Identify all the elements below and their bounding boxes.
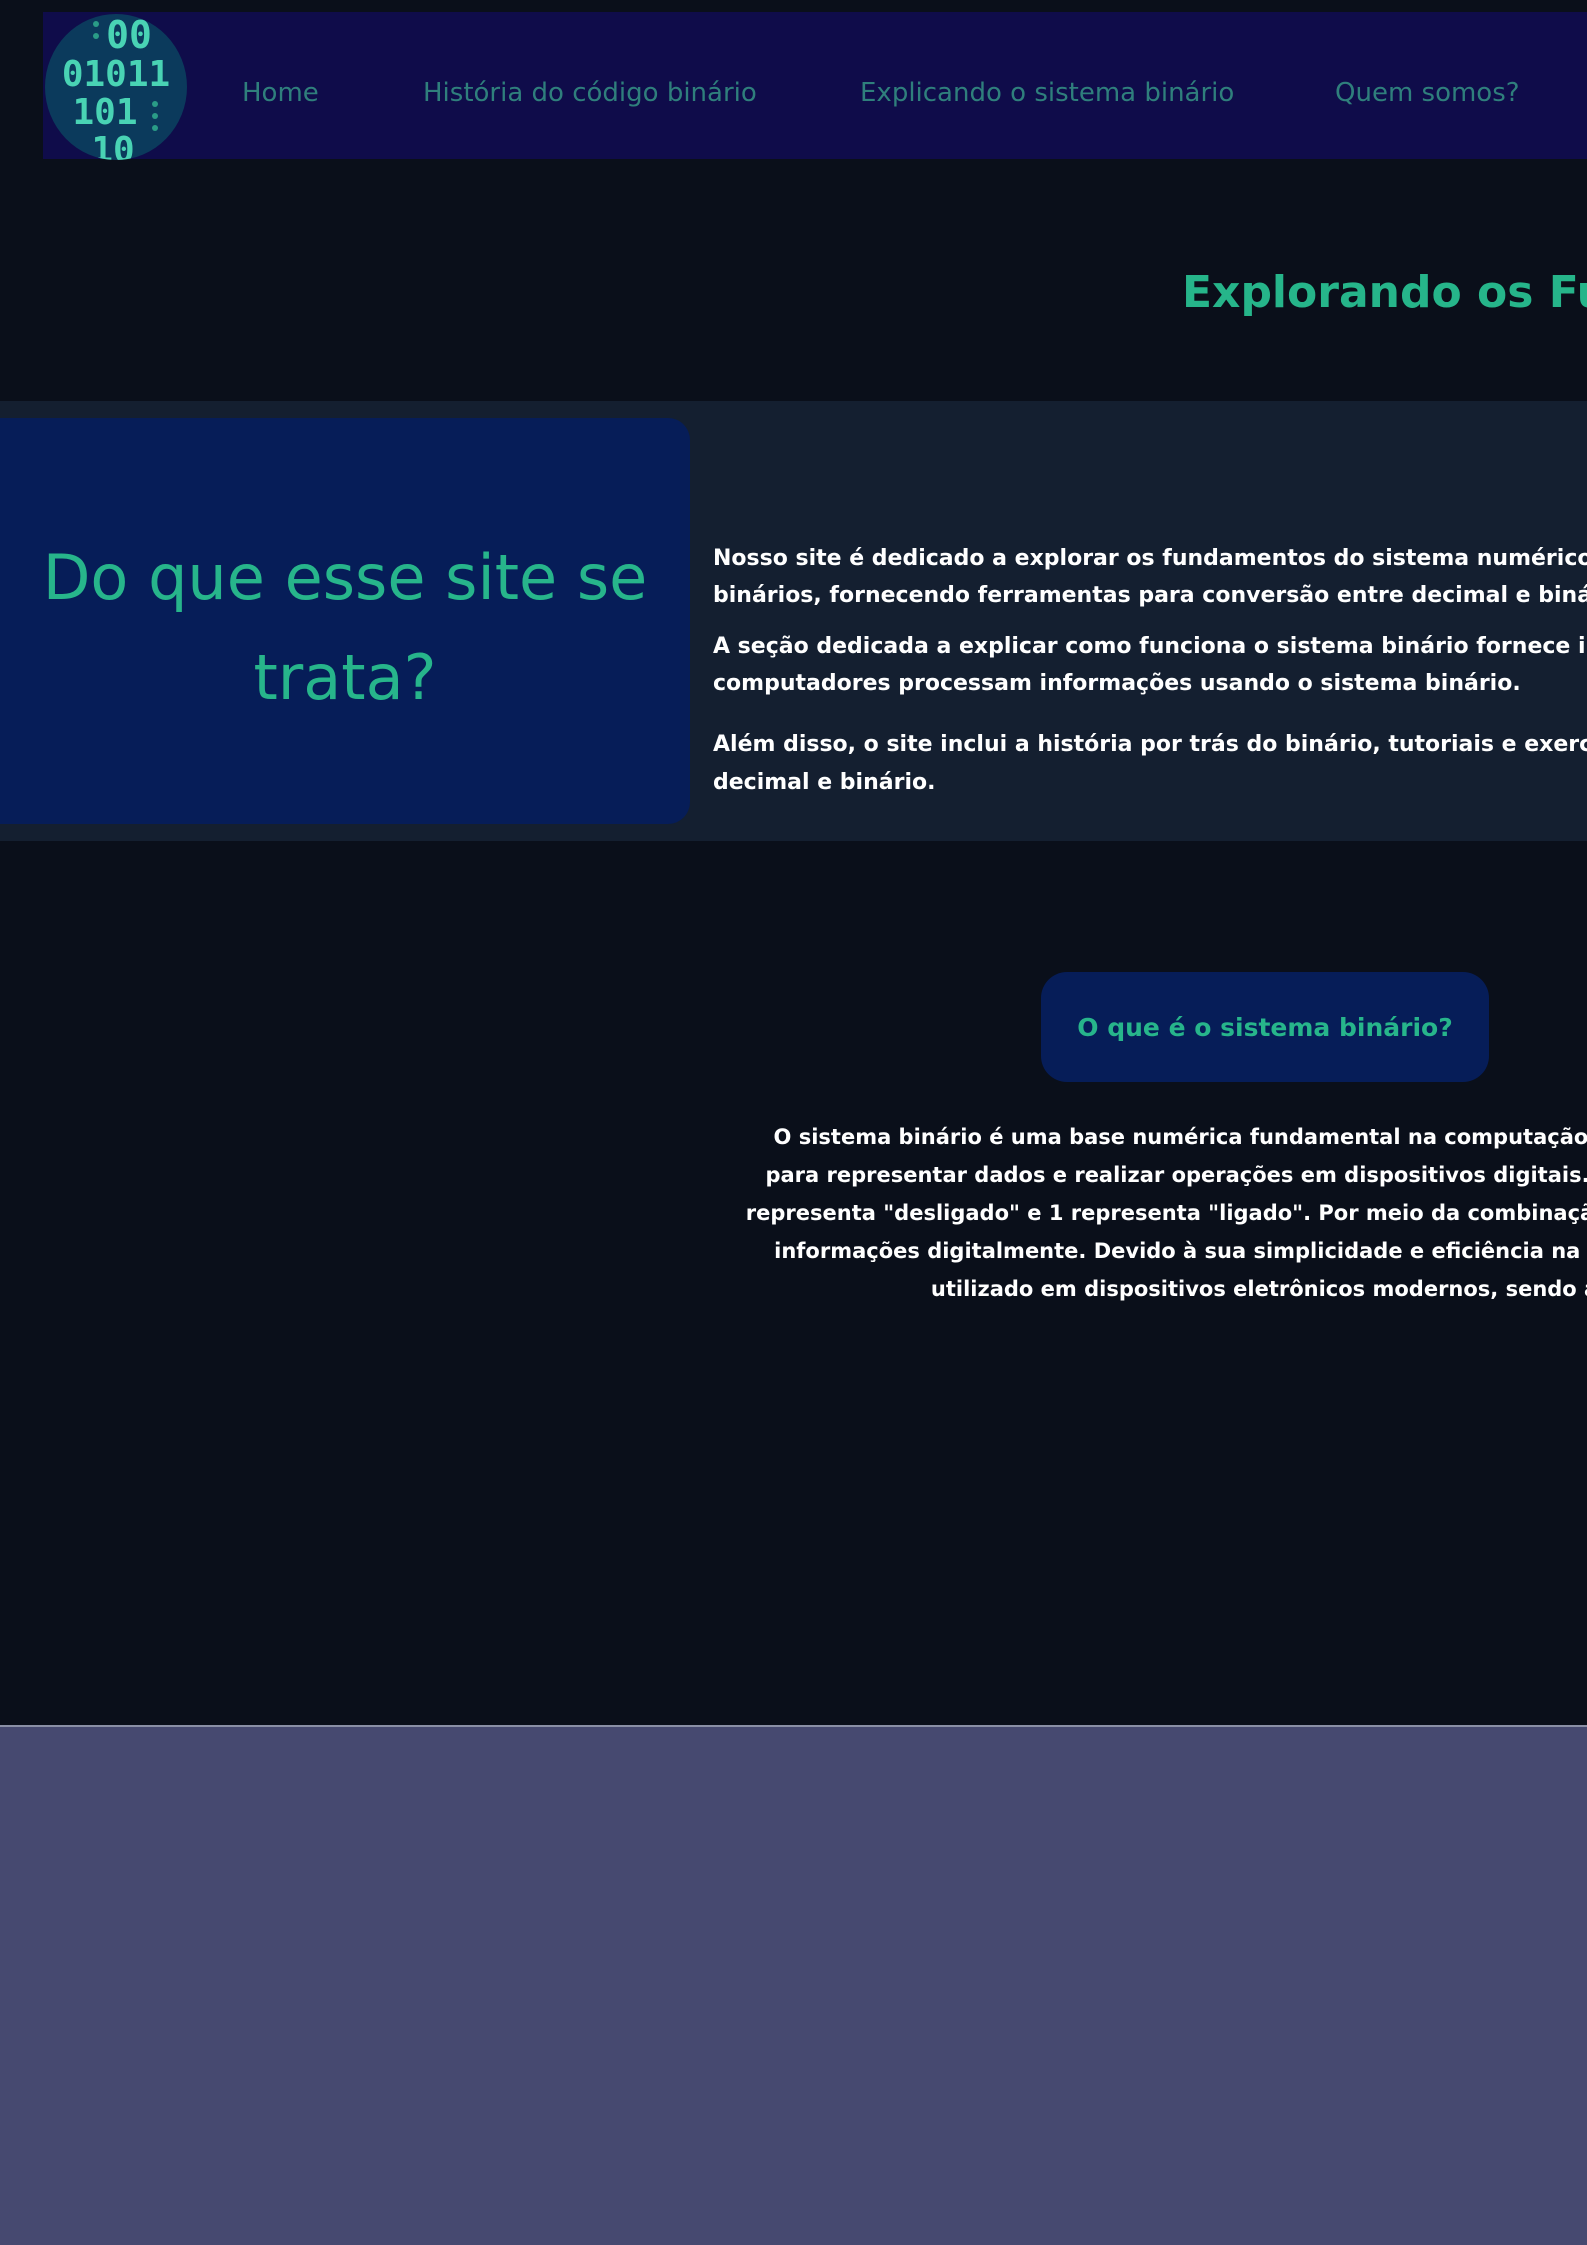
nav-link-explicando[interactable]: Explicando o sistema binário xyxy=(860,78,1234,108)
about-card: Do que esse site se trata? xyxy=(0,418,690,824)
nav-link-quem-somos[interactable]: Quem somos? xyxy=(1335,78,1520,108)
logo-row-2: 01011 xyxy=(62,54,170,95)
binary-logo-icon[interactable]: 00 01011 101 10 xyxy=(45,14,187,160)
logo-row-4: 10 xyxy=(91,130,134,160)
nav-link-historia[interactable]: História do código binário xyxy=(423,78,757,108)
about-paragraph-line: binários, fornecendo ferramentas para co… xyxy=(713,583,1587,608)
what-is-binary-button[interactable]: O que é o sistema binário? xyxy=(1041,972,1489,1082)
binary-paragraph-line: O sistema binário é uma base numérica fu… xyxy=(773,1125,1587,1149)
logo-row-3: 101 xyxy=(72,92,137,133)
about-paragraph-line: Nosso site é dedicado a explorar os fund… xyxy=(713,546,1587,571)
about-card-title-line-2: trata? xyxy=(253,641,437,714)
binary-paragraph-line: representa "desligado" e 1 representa "l… xyxy=(745,1201,1587,1225)
logo-svg: 00 01011 101 10 xyxy=(62,14,170,160)
about-paragraph-line: A seção dedicada a explicar como funcion… xyxy=(713,634,1587,659)
binary-paragraph-line: para representar dados e realizar operaç… xyxy=(765,1163,1587,1187)
nav-link-home[interactable]: Home xyxy=(242,78,319,108)
page: Home História do código binário Explican… xyxy=(0,0,1587,2245)
footer xyxy=(0,1727,1587,2245)
top-navbar: Home História do código binário Explican… xyxy=(43,12,1587,159)
about-card-title: Do que esse site se trata? xyxy=(0,528,690,728)
hero-title: Explorando os Fundamentos xyxy=(1182,267,1587,318)
about-paragraph-line: Além disso, o site inclui a história por… xyxy=(713,732,1587,757)
binary-paragraph-line: utilizado em dispositivos eletrônicos mo… xyxy=(930,1277,1587,1301)
logo-row-1: 00 xyxy=(106,14,152,57)
about-paragraph-line: decimal e binário. xyxy=(713,770,936,795)
about-paragraph-line: computadores processam informações usand… xyxy=(713,671,1521,696)
about-card-title-line-1: Do que esse site se xyxy=(42,541,648,614)
binary-paragraph-line: informações digitalmente. Devido à sua s… xyxy=(774,1239,1587,1263)
